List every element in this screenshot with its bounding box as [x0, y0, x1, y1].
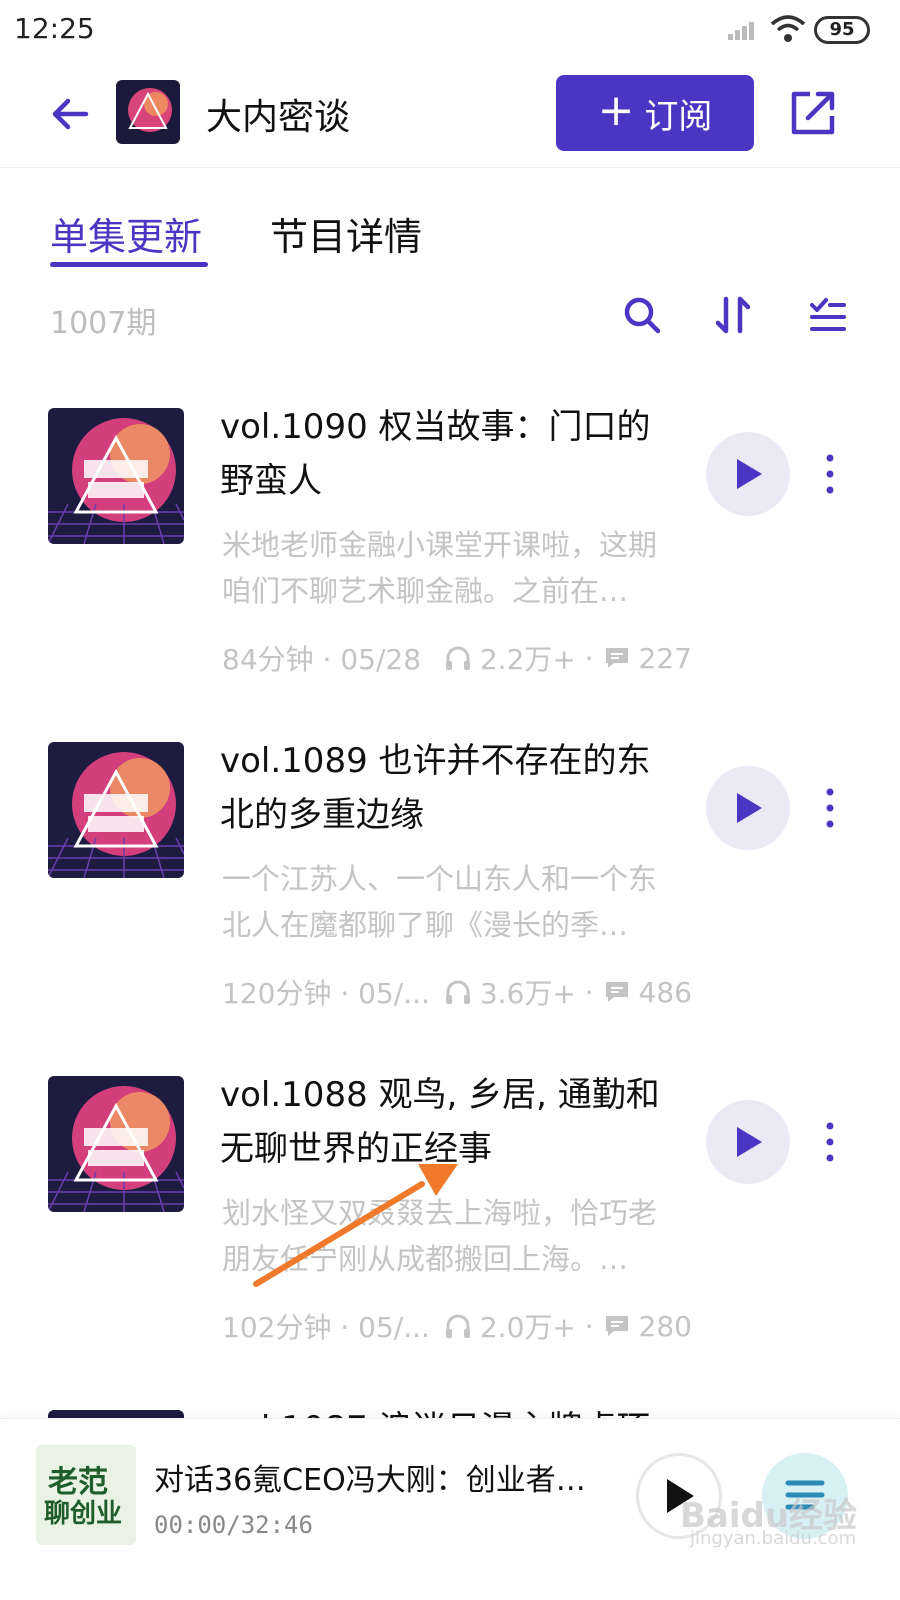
cover-text-line2: 聊创业	[44, 1499, 123, 1529]
episode-cover	[48, 1076, 184, 1212]
play-icon	[737, 1127, 762, 1157]
comment-icon	[605, 982, 628, 1002]
episode-description: 米地老师金融小课堂开课啦，这期咱们不聊艺术聊金融。之前在…	[222, 528, 658, 608]
episode-item[interactable]: vol.1089 也许并不存在的东北的多重边缘 一个江苏人、一个山东人和一个东北…	[0, 734, 900, 1068]
episode-comments: 227	[638, 641, 692, 675]
episode-duration-date: 102分钟 · 05/...	[222, 1311, 430, 1344]
episode-count: 1007期	[50, 306, 157, 341]
episode-plays: 3.6万+	[479, 977, 576, 1010]
more-options-icon[interactable]	[818, 1120, 842, 1164]
episode-comments: 280	[638, 1309, 692, 1343]
episode-item[interactable]: vol.1090 权当故事：门口的野蛮人 米地老师金融小课堂开课啦，这期咱们不聊…	[0, 400, 900, 734]
share-icon[interactable]	[788, 88, 838, 138]
meta-separator: ·	[575, 1309, 603, 1343]
meta-separator: ·	[575, 641, 603, 675]
episode-comments: 486	[638, 975, 692, 1009]
watermark-url: jingyan.baidu.com	[690, 1528, 857, 1549]
play-button[interactable]	[706, 1100, 790, 1184]
now-playing-title: 对话36氪CEO冯大刚：创业者…	[154, 1463, 586, 1498]
episode-cover	[48, 1410, 184, 1418]
play-icon	[737, 459, 762, 489]
episode-cover	[48, 408, 184, 544]
sort-icon[interactable]	[712, 293, 756, 337]
subscribe-button[interactable]: + 订阅	[556, 75, 754, 151]
episode-duration-date: 84分钟 · 05/28	[222, 643, 422, 676]
comment-icon	[605, 648, 628, 668]
episode-title: vol.1088 观鸟, 乡居, 通勤和无聊世界的正经事	[220, 1075, 660, 1169]
status-time: 12:25	[14, 12, 95, 45]
play-button[interactable]	[706, 766, 790, 850]
tab-episodes[interactable]: 单集更新	[50, 206, 202, 261]
tab-active-indicator	[50, 262, 208, 267]
podcast-cover	[116, 80, 180, 144]
subscribe-label: 订阅	[644, 96, 713, 137]
more-options-icon[interactable]	[818, 786, 842, 830]
tab-details[interactable]: 节目详情	[270, 206, 422, 261]
episode-title: vol.1090 权当故事：门口的野蛮人	[220, 407, 651, 501]
episode-meta: 84分钟 · 05/28 2.2万+ · 227	[222, 638, 692, 678]
episode-description: 划水怪又双叒叕去上海啦，恰巧老朋友任宁刚从成都搬回上海。…	[222, 1196, 658, 1276]
headphones-icon	[445, 1314, 470, 1338]
episode-item-partial[interactable]: vol.1087 浪迷日漫主牌卓琢	[0, 1402, 900, 1418]
episode-description: 一个江苏人、一个山东人和一个东北人在魔都聊了聊《漫长的季…	[222, 862, 658, 942]
headphones-icon	[445, 646, 470, 670]
episode-duration-date: 120分钟 · 05/...	[222, 977, 430, 1010]
episode-cover	[48, 742, 184, 878]
episode-meta: 120分钟 · 05/... 3.6万+ · 486	[222, 972, 692, 1012]
meta-separator: ·	[575, 975, 603, 1009]
plus-icon: +	[597, 85, 635, 136]
play-button[interactable]	[706, 432, 790, 516]
header: 大内密谈 + 订阅	[0, 62, 900, 168]
now-playing-cover: 老范 聊创业	[36, 1445, 136, 1545]
episode-plays: 2.2万+	[479, 643, 576, 676]
search-icon[interactable]	[620, 293, 664, 337]
status-bar: 12:25 95	[0, 0, 900, 62]
headphones-icon	[445, 980, 470, 1004]
play-icon	[737, 793, 762, 823]
signal-icon	[728, 22, 754, 40]
episode-title: vol.1087 浪迷日漫主牌卓琢	[220, 1402, 680, 1418]
back-arrow-icon[interactable]	[46, 90, 94, 138]
episode-item[interactable]: vol.1088 观鸟, 乡居, 通勤和无聊世界的正经事 划水怪又双叒叕去上海啦…	[0, 1068, 900, 1402]
wifi-icon	[770, 15, 806, 42]
podcast-title: 大内密谈	[206, 97, 351, 138]
now-playing-time: 00:00/32:46	[154, 1511, 313, 1539]
batch-select-icon[interactable]	[806, 293, 850, 337]
episode-plays: 2.0万+	[479, 1311, 576, 1344]
more-options-icon[interactable]	[818, 452, 842, 496]
episode-meta: 102分钟 · 05/... 2.0万+ · 280	[222, 1306, 692, 1346]
comment-icon	[605, 1316, 628, 1336]
battery-indicator: 95	[814, 16, 870, 44]
episode-title: vol.1089 也许并不存在的东北的多重边缘	[220, 741, 651, 835]
